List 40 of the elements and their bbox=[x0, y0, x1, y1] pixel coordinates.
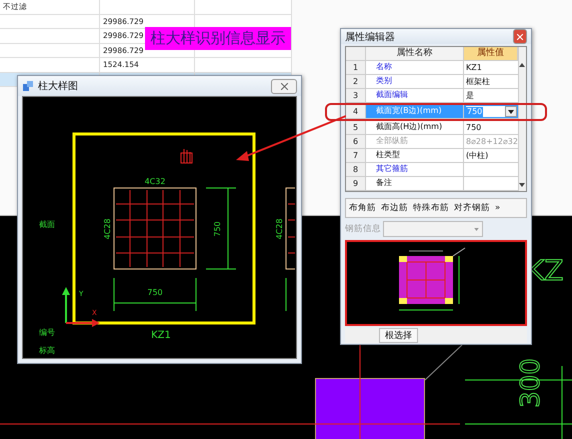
drawing-label: 截面 bbox=[39, 220, 55, 229]
rebar-label: 4C32 bbox=[144, 177, 166, 186]
row-number: 3 bbox=[346, 89, 366, 102]
property-value: 750 bbox=[465, 122, 482, 134]
property-value: (中柱) bbox=[465, 150, 490, 162]
property-name: 其它箍筋 bbox=[366, 163, 464, 176]
property-name: 全部纵筋 bbox=[366, 135, 464, 148]
drawing-label: 编号 bbox=[39, 328, 55, 337]
rebar-label: 4C28 bbox=[275, 218, 284, 240]
width-dimension: 750 bbox=[147, 288, 163, 297]
drawing-label: 标高 bbox=[39, 346, 55, 355]
property-name: 截面宽(B边)(mm) bbox=[366, 105, 464, 118]
column-header: 属性名称 bbox=[366, 47, 464, 60]
property-name: 类别 bbox=[366, 75, 464, 88]
row-number: 6 bbox=[346, 135, 366, 148]
column-name: KZ1 bbox=[151, 330, 171, 341]
property-value: KZ1 bbox=[465, 62, 483, 74]
rebar-label: 4C28 bbox=[103, 218, 112, 240]
info-label-tooltip: 柱大样识别信息显示 bbox=[145, 27, 291, 50]
row-number: 7 bbox=[346, 149, 366, 162]
field-label: 钢筋信息 bbox=[345, 223, 381, 235]
property-value: 8⌀28+12⌀32 bbox=[465, 136, 518, 148]
row-number: 8 bbox=[346, 163, 366, 176]
row-number: 2 bbox=[346, 75, 366, 88]
row-number: 1 bbox=[346, 61, 366, 74]
property-name: 名称 bbox=[366, 61, 464, 74]
property-name: 截面编辑 bbox=[366, 89, 464, 102]
dimension-text: 300 bbox=[516, 358, 546, 408]
row-number: 5 bbox=[346, 121, 366, 134]
height-dimension: 750 bbox=[213, 221, 222, 237]
column-header: 属性值 bbox=[464, 47, 518, 60]
property-value: 是 bbox=[465, 90, 475, 102]
window-title: 柱大样图 bbox=[38, 80, 79, 93]
row-number: 9 bbox=[346, 177, 366, 190]
row-number: 4 bbox=[346, 105, 366, 118]
property-name: 备注 bbox=[366, 177, 464, 190]
property-name: 柱类型 bbox=[366, 149, 464, 162]
property-name: 截面高(H边)(mm) bbox=[366, 121, 464, 134]
window-title: 属性编辑器 bbox=[345, 30, 396, 44]
property-value: 框架柱 bbox=[465, 76, 491, 88]
